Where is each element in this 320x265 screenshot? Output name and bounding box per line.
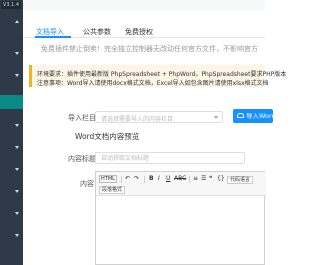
undo-icon[interactable]: ↶: [125, 175, 130, 183]
chevron-up-icon[interactable]: [15, 20, 19, 23]
chevron-down-icon[interactable]: [15, 124, 19, 127]
top-strip: [23, 0, 265, 10]
code-language-dropdown[interactable]: 代码语言: [227, 176, 254, 184]
strikethrough-button[interactable]: ABC: [174, 175, 186, 183]
bold-button[interactable]: B: [149, 175, 154, 183]
quote-icon[interactable]: ❝: [209, 175, 212, 183]
main-content: 文档导入 公共参数 免费授权 免费插件禁止倒卖！完全独立控制器无改动任何官方文件…: [23, 0, 286, 265]
tab-active-indicator: [35, 36, 71, 38]
notice-text: 免费插件禁止倒卖！完全独立控制器无改动任何官方文件，不影响官方: [41, 45, 258, 53]
import-word-button-label: 导入WordSt: [246, 112, 273, 120]
chevron-down-icon[interactable]: [15, 234, 19, 237]
env-note-text: Word导入请使用docx格式文档，Excel导入如包含图片请使用xlsx格式文…: [67, 80, 269, 87]
title-input[interactable]: [96, 153, 244, 163]
env-requirement-text: 插件使用最新版 PhpSpreadsheet + PhpWord。PhpSpre…: [67, 71, 287, 78]
tab-bar: 文档导入 公共参数 免费授权: [23, 24, 265, 38]
chevron-down-icon[interactable]: [15, 52, 19, 55]
sidebar: V3.1.4: [0, 0, 23, 265]
column-select[interactable]: 请选择需要导入的内容栏目: [95, 111, 223, 123]
environment-notice: 环境要求：插件使用最新版 PhpSpreadsheet + PhpWord。Ph…: [29, 65, 286, 87]
toolbar-divider: [144, 176, 145, 183]
editor-content-area[interactable]: [96, 197, 264, 264]
chevron-down-icon[interactable]: [15, 74, 19, 77]
title-input-wrapper: [95, 152, 245, 164]
chevron-down-icon[interactable]: [15, 146, 19, 149]
code-icon[interactable]: {}: [217, 175, 225, 183]
chevron-down-icon[interactable]: [15, 190, 19, 193]
chevron-down-icon[interactable]: [15, 212, 19, 215]
chevron-down-icon[interactable]: [15, 168, 19, 171]
paragraph-format-dropdown[interactable]: 段落格式: [99, 186, 126, 194]
underline-button[interactable]: U: [166, 175, 170, 183]
env-requirement-key: 环境要求：: [37, 71, 68, 78]
italic-button[interactable]: I: [158, 175, 160, 183]
title-label: 内容标题: [68, 155, 96, 163]
toolbar-divider: [121, 176, 122, 183]
column-select-placeholder: 请选择需要导入的内容栏目: [101, 116, 174, 123]
version-label: V3.1.4: [1, 1, 21, 9]
column-label: 导入栏目: [68, 114, 96, 122]
env-note-line: 注意事项：Word导入请使用docx格式文档，Excel导入如包含图片请使用xl…: [37, 78, 269, 87]
tab-free-license[interactable]: 免费授权: [125, 27, 153, 37]
editor-toolbar: HTML ↶ ↷ B I U ABC ≡ ☰ ❝ {} 代码语言 段落格式: [96, 172, 266, 196]
sidebar-item-active[interactable]: [0, 95, 23, 109]
tab-common-params[interactable]: 公共参数: [83, 27, 111, 37]
chevron-down-icon: [214, 116, 218, 119]
import-word-button[interactable]: 导入WordSt: [233, 109, 273, 123]
html-source-button[interactable]: HTML: [99, 175, 117, 183]
list-icon[interactable]: ☰: [201, 175, 206, 183]
cloud-upload-icon: [237, 112, 244, 118]
env-requirement-line: 环境要求：插件使用最新版 PhpSpreadsheet + PhpWord。Ph…: [37, 69, 286, 78]
content-label: 内容: [80, 180, 94, 188]
preview-section-title: Word文档内容预览: [75, 132, 140, 141]
env-note-key: 注意事项：: [37, 80, 68, 87]
toolbar-divider: [189, 176, 190, 183]
rich-text-editor: HTML ↶ ↷ B I U ABC ≡ ☰ ❝ {} 代码语言 段落格式: [95, 171, 266, 265]
redo-icon[interactable]: ↷: [134, 175, 139, 183]
align-icon[interactable]: ≡: [193, 175, 198, 183]
